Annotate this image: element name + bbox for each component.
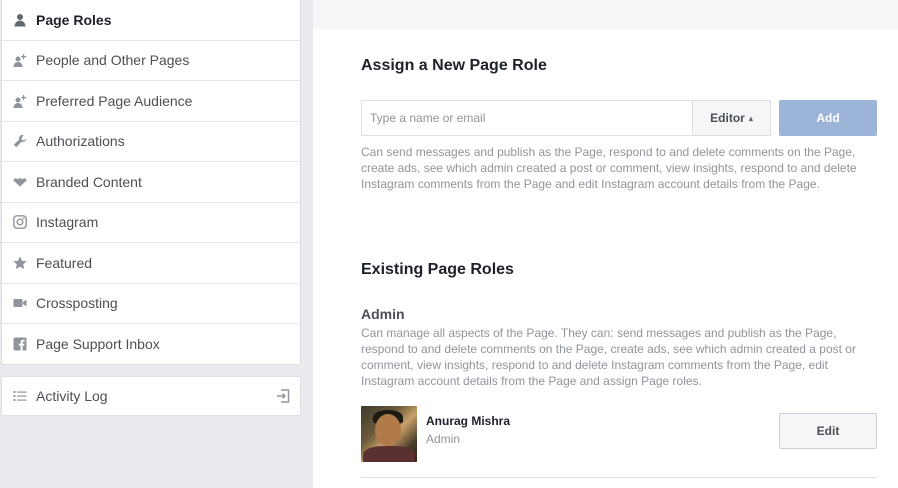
activity-log-label: Activity Log	[36, 388, 108, 404]
sidebar-item-people-and-other-pages[interactable]: People and Other Pages	[2, 41, 300, 81]
sidebar-item-label: Featured	[36, 254, 93, 271]
list-icon	[12, 388, 28, 404]
assign-role-form: Editor ▴︎ Add	[361, 100, 877, 136]
role-select-value: Editor	[710, 111, 745, 125]
sidebar: Page Roles People and Other Pages Prefer…	[0, 0, 302, 488]
exit-icon	[276, 389, 290, 406]
sidebar-item-label: Page Support Inbox	[36, 336, 160, 353]
existing-roles-title: Existing Page Roles	[361, 261, 514, 278]
admin-heading: Admin	[361, 306, 405, 322]
user-role: Admin	[426, 432, 461, 446]
video-camera-icon	[12, 295, 28, 311]
person-icon	[12, 12, 28, 28]
role-description: Can send messages and publish as the Pag…	[361, 145, 857, 191]
user-name[interactable]: Anurag Mishra	[426, 414, 510, 428]
wrench-icon	[12, 133, 28, 149]
sidebar-item-label: Branded Content	[36, 173, 142, 190]
sidebar-item-instagram[interactable]: Instagram	[2, 203, 300, 243]
people-add-icon	[12, 93, 28, 109]
activity-log-link[interactable]: Activity Log	[1, 376, 301, 416]
settings-nav: Page Roles People and Other Pages Prefer…	[1, 0, 301, 365]
sidebar-item-crossposting[interactable]: Crossposting	[2, 284, 300, 324]
sidebar-item-preferred-page-audience[interactable]: Preferred Page Audience	[2, 81, 300, 122]
sidebar-item-label: Crossposting	[36, 295, 118, 312]
sidebar-item-branded-content[interactable]: Branded Content	[2, 162, 300, 203]
avatar[interactable]	[361, 406, 417, 462]
instagram-icon	[12, 214, 28, 230]
sort-caret-icon: ▴︎	[748, 113, 753, 123]
sidebar-item-page-roles[interactable]: Page Roles	[2, 0, 300, 41]
divider	[361, 477, 877, 478]
people-add-icon	[12, 52, 28, 68]
role-select[interactable]: Editor ▴︎	[692, 100, 771, 136]
sidebar-item-authorizations[interactable]: Authorizations	[2, 122, 300, 162]
facebook-icon	[12, 336, 28, 352]
sidebar-item-label: People and Other Pages	[36, 52, 190, 69]
star-icon	[12, 255, 28, 271]
sidebar-item-featured[interactable]: Featured	[2, 243, 300, 284]
sidebar-item-label: Instagram	[36, 214, 99, 231]
sidebar-item-label: Preferred Page Audience	[36, 92, 193, 109]
sidebar-item-label: Authorizations	[36, 133, 125, 150]
admin-description: Can manage all aspects of the Page. They…	[361, 326, 856, 388]
edit-button[interactable]: Edit	[779, 413, 877, 449]
main-top-strip	[313, 0, 898, 29]
sidebar-item-page-support-inbox[interactable]: Page Support Inbox	[2, 324, 300, 365]
add-button[interactable]: Add	[779, 100, 877, 136]
assign-role-title: Assign a New Page Role	[361, 57, 547, 74]
main-content: Assign a New Page Role Editor ▴︎ Add Can…	[313, 29, 898, 488]
handshake-icon	[12, 174, 28, 190]
name-or-email-input[interactable]	[361, 100, 693, 136]
sidebar-item-label: Page Roles	[36, 11, 112, 28]
